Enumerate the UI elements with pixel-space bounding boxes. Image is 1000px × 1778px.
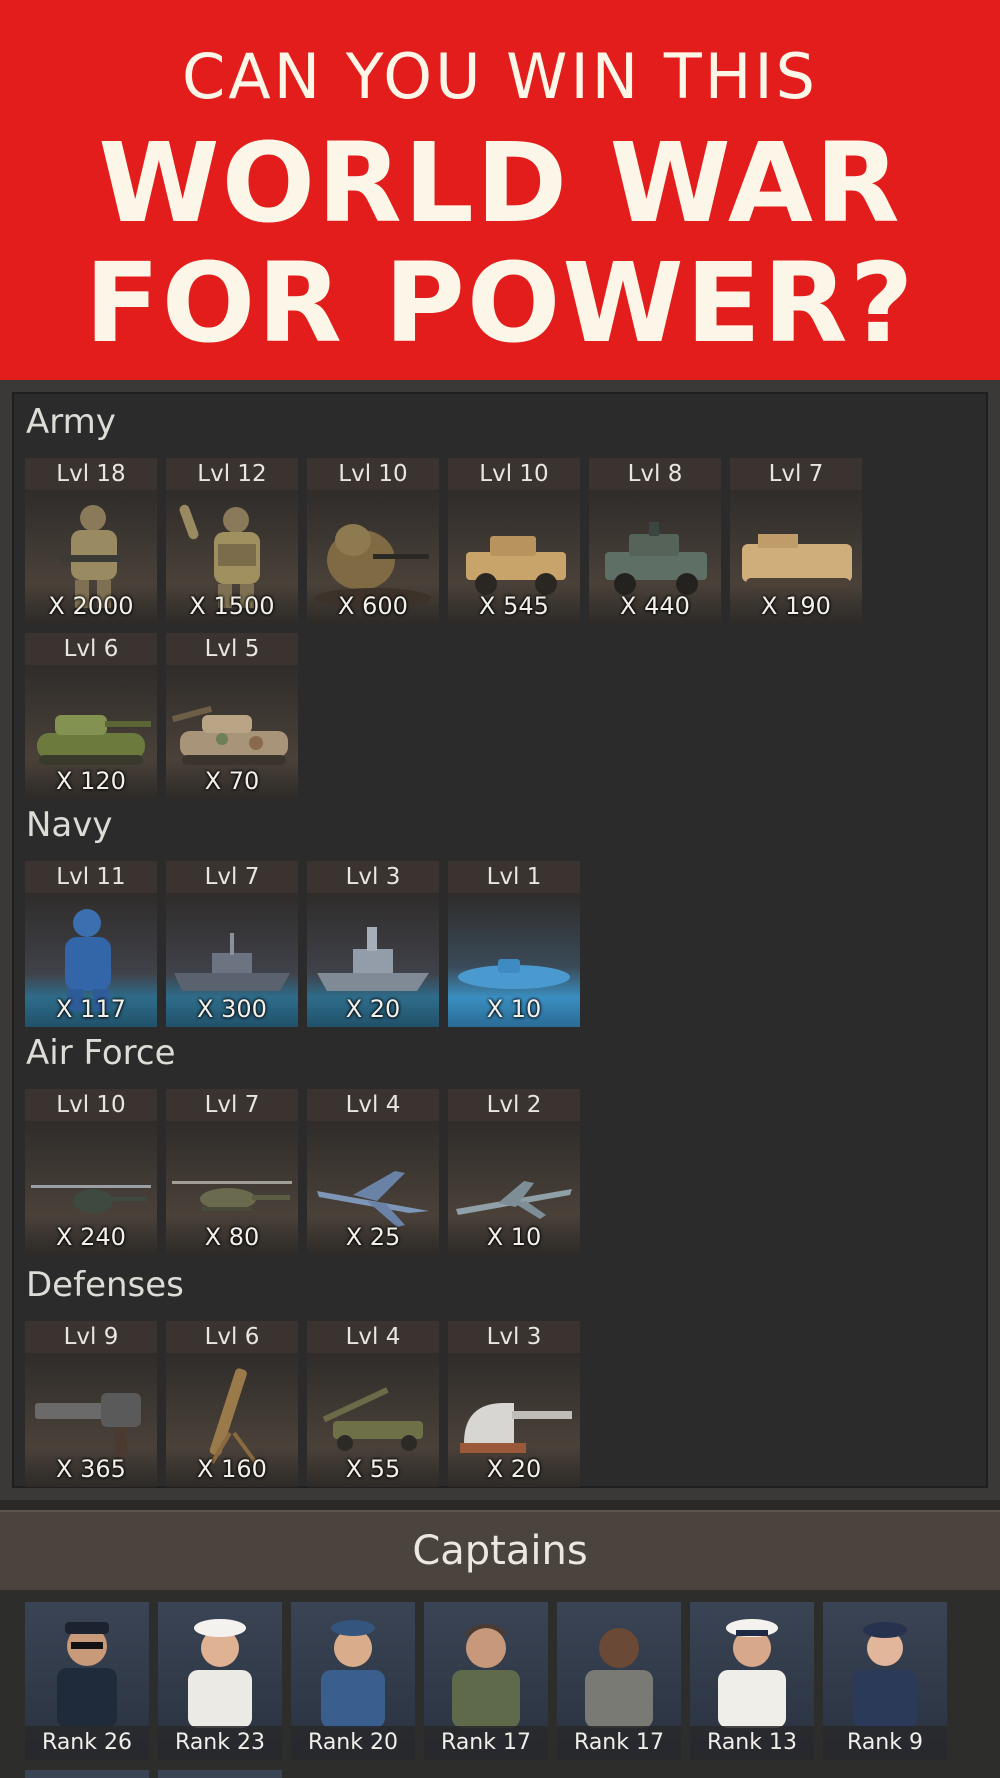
captain-card[interactable]: Rank 23: [158, 1602, 282, 1760]
unit-count: X 20: [486, 1455, 542, 1483]
unit-card[interactable]: Lvl 3 X 20: [307, 861, 439, 1027]
unit-level: Lvl 6: [166, 1321, 298, 1353]
unit-level: Lvl 5: [166, 633, 298, 665]
section-title-defenses: Defenses: [26, 1265, 184, 1305]
unit-count: X 160: [197, 1455, 267, 1483]
unit-count: X 20: [345, 995, 401, 1023]
captain-card[interactable]: Rank 13: [690, 1602, 814, 1760]
unit-level: Lvl 3: [307, 861, 439, 893]
unit-count: X 70: [204, 767, 260, 795]
captain-navy-white-male-avatar: [718, 1619, 786, 1728]
section-title-navy: Navy: [26, 805, 113, 845]
unit-level: Lvl 7: [730, 458, 862, 490]
captain-rank: Rank 17: [424, 1726, 548, 1760]
unit-count: X 10: [486, 995, 542, 1023]
unit-card[interactable]: Lvl 10 X 600: [307, 458, 439, 624]
unit-level: Lvl 10: [307, 458, 439, 490]
unit-count: X 2000: [48, 592, 134, 620]
captain-camo-uniform-avatar: [585, 1628, 653, 1728]
unit-level: Lvl 10: [448, 458, 580, 490]
captain-card-partial[interactable]: [158, 1770, 282, 1778]
unit-level: Lvl 4: [307, 1321, 439, 1353]
unit-count: X 1500: [189, 592, 275, 620]
unit-level: Lvl 1: [448, 861, 580, 893]
unit-count: X 120: [56, 767, 126, 795]
unit-card[interactable]: Lvl 7 X 300: [166, 861, 298, 1027]
unit-card[interactable]: Lvl 8 X 440: [589, 458, 721, 624]
captains-title: Captains: [412, 1528, 588, 1574]
unit-card[interactable]: Lvl 9 X 365: [25, 1321, 157, 1487]
captain-card[interactable]: Rank 26: [25, 1602, 149, 1760]
unit-card[interactable]: Lvl 6 X 160: [166, 1321, 298, 1487]
captain-rank: Rank 23: [158, 1726, 282, 1760]
unit-count: X 300: [197, 995, 267, 1023]
captain-rank: Rank 26: [25, 1726, 149, 1760]
unit-level: Lvl 8: [589, 458, 721, 490]
unit-count: X 365: [56, 1455, 126, 1483]
unit-card[interactable]: Lvl 2 X 10: [448, 1089, 580, 1255]
unit-card[interactable]: Lvl 1 X 10: [448, 861, 580, 1027]
captain-female-officer-avatar: [853, 1622, 917, 1728]
captain-airforce-blue-avatar: [321, 1620, 385, 1728]
unit-count: X 440: [620, 592, 690, 620]
captain-navy-white-female-avatar: [188, 1619, 252, 1728]
section-title-air-force: Air Force: [26, 1033, 176, 1073]
unit-level: Lvl 9: [25, 1321, 157, 1353]
unit-card[interactable]: Lvl 12 X 1500: [166, 458, 298, 624]
unit-count: X 190: [761, 592, 831, 620]
unit-count: X 25: [345, 1223, 401, 1251]
unit-count: X 545: [479, 592, 549, 620]
banner-line-1: CAN YOU WIN THIS: [182, 40, 818, 113]
unit-card[interactable]: Lvl 4 X 55: [307, 1321, 439, 1487]
unit-count: X 10: [486, 1223, 542, 1251]
unit-level: Lvl 10: [25, 1089, 157, 1121]
promo-banner: CAN YOU WIN THIS WORLD WAR FOR POWER?: [0, 0, 1000, 380]
captain-rank: Rank 13: [690, 1726, 814, 1760]
unit-level: Lvl 3: [448, 1321, 580, 1353]
captain-card[interactable]: Rank 17: [424, 1602, 548, 1760]
unit-card[interactable]: Lvl 3 X 20: [448, 1321, 580, 1487]
captains-header: Captains: [0, 1510, 1000, 1592]
unit-card[interactable]: Lvl 10 X 545: [448, 458, 580, 624]
captain-card-partial[interactable]: [25, 1770, 149, 1778]
unit-card[interactable]: Lvl 10 X 240: [25, 1089, 157, 1255]
unit-card[interactable]: Lvl 5 X 70: [166, 633, 298, 799]
unit-level: Lvl 6: [25, 633, 157, 665]
captain-rank: Rank 17: [557, 1726, 681, 1760]
unit-count: X 240: [56, 1223, 126, 1251]
banner-line-2: WORLD WAR: [98, 119, 902, 247]
unit-count: X 600: [338, 592, 408, 620]
unit-level: Lvl 7: [166, 861, 298, 893]
section-title-army: Army: [26, 402, 116, 442]
captain-sunglasses-avatar: [57, 1622, 117, 1728]
captain-card[interactable]: Rank 17: [557, 1602, 681, 1760]
unit-level: Lvl 12: [166, 458, 298, 490]
unit-card[interactable]: Lvl 7 X 80: [166, 1089, 298, 1255]
unit-card[interactable]: Lvl 4 X 25: [307, 1089, 439, 1255]
captain-card[interactable]: Rank 9: [823, 1602, 947, 1760]
unit-count: X 117: [56, 995, 126, 1023]
unit-card[interactable]: Lvl 6 X 120: [25, 633, 157, 799]
unit-card[interactable]: Lvl 11 X 117: [25, 861, 157, 1027]
unit-level: Lvl 4: [307, 1089, 439, 1121]
unit-card[interactable]: Lvl 18 X 2000: [25, 458, 157, 624]
unit-level: Lvl 2: [448, 1089, 580, 1121]
unit-count: X 55: [345, 1455, 401, 1483]
unit-level: Lvl 18: [25, 458, 157, 490]
captain-rank: Rank 9: [823, 1726, 947, 1760]
captain-card[interactable]: Rank 20: [291, 1602, 415, 1760]
unit-card[interactable]: Lvl 7 X 190: [730, 458, 862, 624]
unit-level: Lvl 7: [166, 1089, 298, 1121]
captain-rank: Rank 20: [291, 1726, 415, 1760]
captain-flight-suit-avatar: [452, 1624, 520, 1728]
banner-line-3: FOR POWER?: [84, 239, 916, 367]
unit-count: X 80: [204, 1223, 260, 1251]
unit-level: Lvl 11: [25, 861, 157, 893]
